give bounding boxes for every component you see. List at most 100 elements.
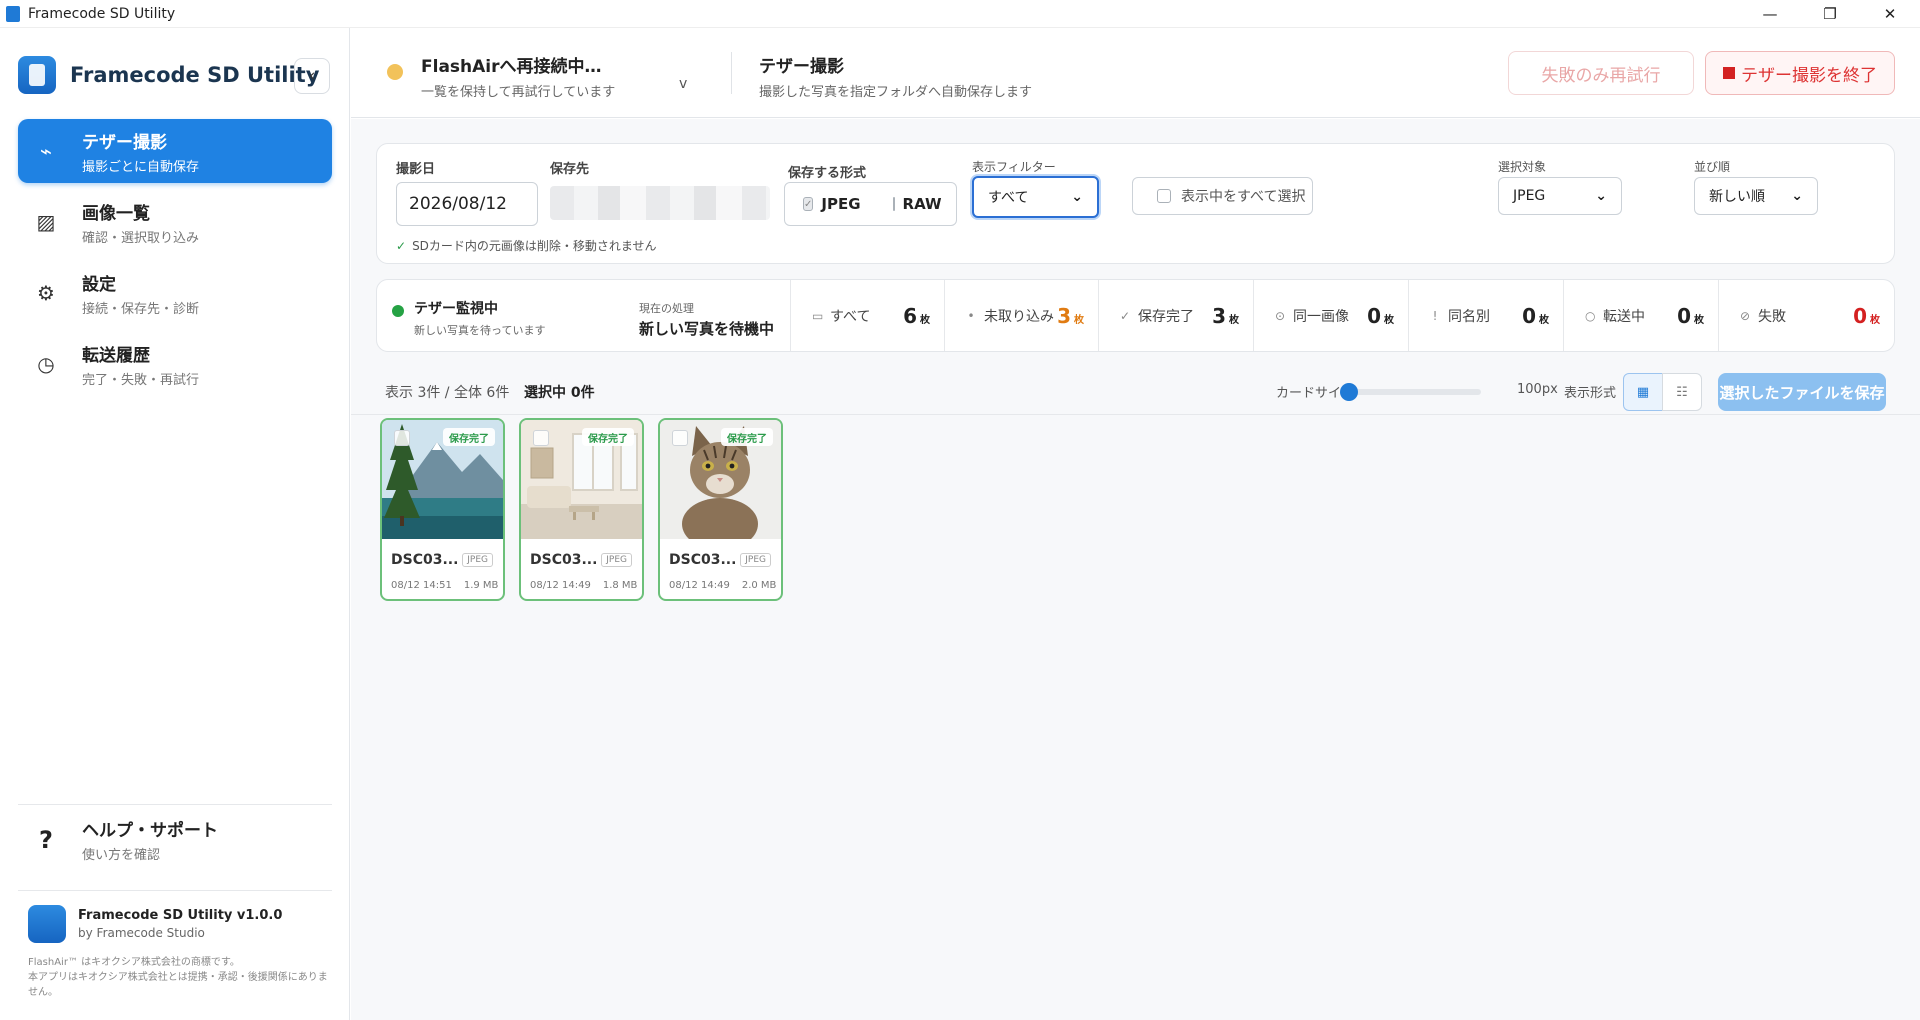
footer-logo	[28, 905, 66, 943]
chevron-down-icon[interactable]: v	[679, 76, 687, 92]
help-label: ヘルプ・サポート	[82, 821, 218, 841]
chevron-down-icon: ⌄	[1595, 188, 1607, 204]
header: FlashAirへ再接続中… 一覧を保持して再試行しています v テザー撮影 撮…	[351, 28, 1920, 118]
target-value: JPEG	[1513, 188, 1546, 204]
sidebar-item-sublabel: 接続・保存先・診断	[82, 301, 200, 317]
header-divider	[731, 52, 732, 94]
display-filter-select[interactable]: すべて ⌄	[972, 176, 1099, 218]
trademark-note-line2: 本アプリはキオクシア株式会社とは提携・承認・後援関係にありません。	[28, 972, 328, 998]
status-badge: 保存完了	[721, 428, 773, 446]
stat-all[interactable]: ▭ すべて 6枚	[790, 280, 944, 351]
sidebar-item-help[interactable]: ? ヘルプ・サポート 使い方を確認	[18, 804, 332, 874]
list-view-button[interactable]: ☷	[1662, 373, 1702, 411]
sidebar: Framecode SD Utility ‹ ⌁ テザー撮影 撮影ごとに自動保存…	[0, 28, 350, 1020]
grid-toolbar: 表示 3件 / 全体 6件 選択中 0件 カードサイズ 100px 表示形式 ▦…	[351, 367, 1920, 415]
stop-tether-button[interactable]: テザー撮影を終了	[1705, 51, 1895, 95]
photo-card[interactable]: 保存完了 DSC03... JPEG 08/12 14:49 2.0 MB	[658, 418, 783, 601]
brand: Framecode SD Utility	[18, 56, 319, 94]
raw-checkbox[interactable]	[892, 197, 895, 211]
display-filter-label: 表示フィルター	[972, 160, 1056, 174]
photo-date: 08/12 14:51	[391, 580, 452, 591]
help-sublabel: 使い方を確認	[82, 848, 161, 863]
stat-saved[interactable]: ✓ 保存完了 3枚	[1098, 280, 1253, 351]
close-button[interactable]: ✕	[1860, 0, 1920, 28]
window-title-text: Framecode SD Utility	[28, 5, 176, 22]
app-version: Framecode SD Utility v1.0.0	[78, 908, 283, 923]
stat-label: 同名別	[1448, 308, 1490, 325]
stat-pending[interactable]: • 未取り込み 3枚	[944, 280, 1098, 351]
sidebar-item-history[interactable]: ◷ 転送履歴 完了・失敗・再試行	[18, 332, 332, 396]
warning-icon: !	[1432, 308, 1438, 323]
stat-label: すべて	[830, 308, 871, 325]
restore-button[interactable]: ❐	[1800, 0, 1860, 28]
grid-icon: ▦	[1636, 384, 1650, 400]
stat-duplicate[interactable]: ⊙ 同一画像 0枚	[1253, 280, 1408, 351]
mode-title: テザー撮影	[759, 57, 844, 77]
photo-filename: DSC03...	[669, 552, 737, 568]
check-icon: ✓	[396, 239, 407, 253]
link-icon: ⌁	[39, 139, 53, 163]
monitor-title: テザー監視中	[414, 301, 498, 317]
display-filter-value: すべて	[988, 190, 1029, 206]
minimize-button[interactable]: —	[1740, 0, 1800, 28]
connection-status[interactable]: FlashAirへ再接続中… 一覧を保持して再試行しています	[387, 52, 615, 100]
stat-value: 0枚	[1367, 304, 1394, 328]
date-field[interactable]: 2026/08/12	[396, 182, 538, 226]
retry-failed-button[interactable]: 失敗のみ再試行	[1508, 51, 1694, 95]
sidebar-item-label: 転送履歴	[82, 345, 150, 366]
status-bar: テザー監視中 新しい写真を待っています 現在の処理 新しい写真を待機中 ▭ すべ…	[376, 279, 1895, 352]
target-select[interactable]: JPEG ⌄	[1498, 177, 1622, 215]
photo-size: 2.0 MB	[741, 580, 777, 591]
photo-filename: DSC03...	[530, 552, 598, 568]
stat-same-name[interactable]: ! 同名別 0枚	[1408, 280, 1563, 351]
mode-info: テザー撮影 撮影した写真を指定フォルダへ自動保存します	[759, 52, 1032, 100]
stat-label: 保存完了	[1138, 308, 1194, 325]
sidebar-nav: ⌁ テザー撮影 撮影ごとに自動保存 ▨ 画像一覧 確認・選択取り込み ⚙ 設定 …	[18, 119, 332, 403]
photo-card-checkbox[interactable]	[533, 430, 549, 446]
fail-icon: ⊘	[1740, 308, 1751, 323]
jpeg-label[interactable]: JPEG	[821, 195, 860, 213]
raw-label[interactable]: RAW	[903, 195, 942, 213]
stat-label: 未取り込み	[984, 308, 1054, 325]
filter-panel: 撮影日 2026/08/12 保存先 ✓ SDカード内の元画像は削除・移動されませ…	[376, 143, 1895, 264]
card-size-slider[interactable]	[1341, 389, 1481, 395]
photo-card[interactable]: 保存完了 DSC03... JPEG 08/12 14:51 1.9 MB	[380, 418, 505, 601]
sidebar-item-sublabel: 撮影ごとに自動保存	[82, 159, 200, 175]
format-label: 保存する形式	[788, 166, 867, 181]
check-icon: ✓	[1120, 308, 1131, 323]
trademark-note: FlashAir™ はキオクシア株式会社の商標です。 本アプリはキオクシア株式会…	[18, 955, 332, 1000]
jpeg-checkbox[interactable]: ✓	[803, 197, 814, 211]
photo-type-badge: JPEG	[462, 553, 493, 567]
destination-path-redacted[interactable]	[550, 186, 770, 220]
connection-title: FlashAirへ再接続中…	[421, 57, 602, 77]
card-size-value: 100px	[1517, 382, 1558, 397]
save-selected-button[interactable]: 選択したファイルを保存	[1718, 373, 1886, 411]
app-logo	[18, 56, 56, 94]
photo-card-checkbox[interactable]	[394, 430, 410, 446]
photo-card[interactable]: 保存完了 DSC03... JPEG 08/12 14:49 1.8 MB	[519, 418, 644, 601]
connection-subtitle: 一覧を保持して再試行しています	[421, 85, 616, 100]
app-icon	[6, 5, 20, 22]
connection-status-dot	[387, 64, 403, 80]
card-size-slider-handle[interactable]	[1340, 383, 1358, 401]
photo-size: 1.9 MB	[463, 580, 499, 591]
view-mode-label: 表示形式	[1564, 386, 1617, 401]
stat-transferring[interactable]: ○ 転送中 0枚	[1563, 280, 1718, 351]
sidebar-item-image-list[interactable]: ▨ 画像一覧 確認・選択取り込み	[18, 190, 332, 254]
collapse-sidebar-button[interactable]: ‹	[294, 58, 330, 94]
sidebar-item-settings[interactable]: ⚙ 設定 接続・保存先・診断	[18, 261, 332, 325]
sidebar-footer: Framecode SD Utility v1.0.0 by Framecode…	[18, 890, 332, 1000]
sidebar-item-tether[interactable]: ⌁ テザー撮影 撮影ごとに自動保存	[18, 119, 332, 183]
grid-view-button[interactable]: ▦	[1623, 373, 1663, 411]
stat-value: 0枚	[1677, 304, 1704, 328]
date-label: 撮影日	[396, 162, 436, 177]
select-all-visible[interactable]: 表示中をすべて選択	[1132, 177, 1313, 215]
format-options: ✓ JPEG RAW	[784, 182, 957, 226]
monitor-subtitle: 新しい写真を待っています	[414, 324, 546, 337]
sort-select[interactable]: 新しい順 ⌄	[1694, 177, 1818, 215]
destination-label: 保存先	[550, 162, 590, 177]
photo-card-checkbox[interactable]	[672, 430, 688, 446]
stat-failed[interactable]: ⊘ 失敗 0枚	[1718, 280, 1894, 351]
sidebar-item-sublabel: 確認・選択取り込み	[82, 230, 200, 246]
select-all-checkbox[interactable]	[1157, 189, 1171, 203]
